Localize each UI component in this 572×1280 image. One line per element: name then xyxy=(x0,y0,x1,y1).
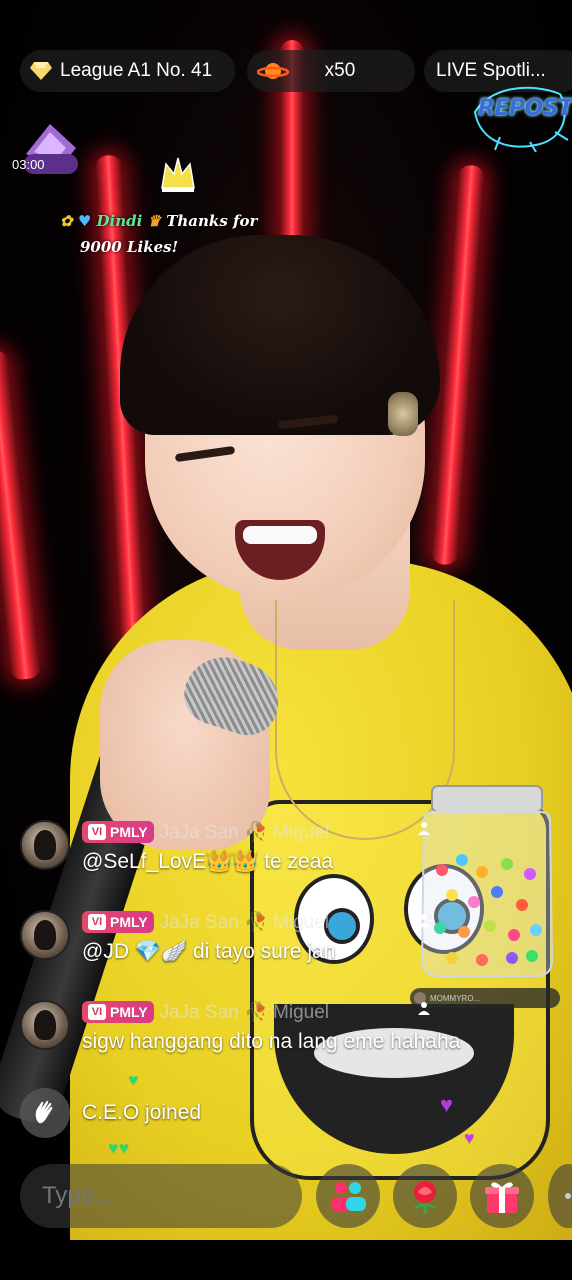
chat-message[interactable]: VI PMLY JaJa San 🥀 Miguel @SeLf_LovE👑👑 te… xyxy=(20,820,333,874)
bottom-toolbar xyxy=(0,1160,572,1240)
league-label: League A1 No. 41 xyxy=(60,60,213,81)
sunflower-icon: ✿ xyxy=(60,212,73,230)
diamond-icon xyxy=(30,62,52,80)
gift-icon xyxy=(485,1182,519,1213)
comment-input[interactable] xyxy=(20,1164,302,1228)
wave-hand-icon xyxy=(20,1088,70,1138)
avatar[interactable] xyxy=(20,1000,70,1050)
crown-gift-icon xyxy=(161,157,195,192)
live-video xyxy=(0,0,572,1240)
chat-text: @JD 💎🪽 di tayo sure jan xyxy=(82,940,336,963)
user-icon xyxy=(418,822,430,835)
screen-footer xyxy=(0,1240,572,1280)
floating-heart-icon: ♥♥ xyxy=(108,1138,130,1158)
join-username[interactable]: C.E.O xyxy=(82,1101,139,1124)
banner-username: Dindi xyxy=(96,212,143,230)
gift-jar-widget[interactable] xyxy=(412,780,562,980)
floating-heart-icon: ♥ xyxy=(440,1092,454,1117)
chat-message[interactable]: VI PMLY JaJa San 🥀 Miguel sigw hanggang d… xyxy=(20,1000,460,1054)
rose-icon xyxy=(414,1181,436,1214)
multiplier-pill[interactable]: x50 xyxy=(247,50,415,92)
chat-message[interactable]: VI PMLY JaJa San 🥀 Miguel @JD 💎🪽 di tayo … xyxy=(20,910,335,964)
multiplier-label: x50 xyxy=(324,60,356,81)
banner-message-line1: Thanks for xyxy=(166,212,258,230)
contributor-label: MOMMYRO... xyxy=(430,993,481,1003)
banner-message-line2: 9000 Likes! xyxy=(80,238,179,256)
vip-badge[interactable]: VI PMLY xyxy=(82,1001,154,1023)
people-icon xyxy=(331,1182,366,1211)
chat-sender[interactable]: JaJa San 🥀 Miguel xyxy=(160,910,329,934)
join-suffix: joined xyxy=(145,1101,202,1124)
spotlight-label: LIVE Spotli... xyxy=(436,60,546,81)
league-rank-pill[interactable]: League A1 No. 41 xyxy=(20,50,235,92)
stage-light-bar xyxy=(0,349,42,681)
repost-sticker: REPOST xyxy=(470,82,572,153)
rose-gift-button[interactable] xyxy=(393,1164,457,1228)
vip-badge[interactable]: VI PMLY xyxy=(82,911,154,933)
jar-contributors[interactable]: MOMMYRO... xyxy=(410,988,560,1008)
chat-sender[interactable]: JaJa San 🥀 Miguel xyxy=(160,1000,329,1024)
jar-icon xyxy=(420,785,554,977)
heart-icon: ♥ xyxy=(77,212,92,230)
stage-light-bar xyxy=(431,164,485,566)
in-ear-monitor xyxy=(388,392,418,436)
planet-icon xyxy=(257,63,289,79)
crown-icon: ♛ xyxy=(147,212,161,230)
chat-text: sigw hanggang dito na lang eme hahaha xyxy=(82,1030,461,1053)
gift-button[interactable] xyxy=(470,1164,534,1228)
timer-label: 03:00 xyxy=(12,157,45,172)
join-notification: C.E.O joined xyxy=(20,1088,201,1138)
repost-label: REPOST xyxy=(478,96,572,121)
chat-sender[interactable]: JaJa San 🥀 Miguel xyxy=(160,820,329,844)
more-icon xyxy=(565,1193,571,1199)
user-icon xyxy=(418,1002,430,1015)
floating-heart-icon: ♥ xyxy=(464,1128,475,1148)
avatar[interactable] xyxy=(20,820,70,870)
likes-banner: ✿ ♥ Dindi ♛ Thanks for 9000 Likes! xyxy=(60,208,320,260)
vip-badge[interactable]: VI PMLY xyxy=(82,821,154,843)
avatar[interactable] xyxy=(20,910,70,960)
chat-text: @SeLf_LovE👑👑 te zeaa xyxy=(82,850,334,873)
guests-button[interactable] xyxy=(316,1164,380,1228)
user-icon xyxy=(418,914,430,927)
more-button[interactable] xyxy=(548,1164,572,1228)
